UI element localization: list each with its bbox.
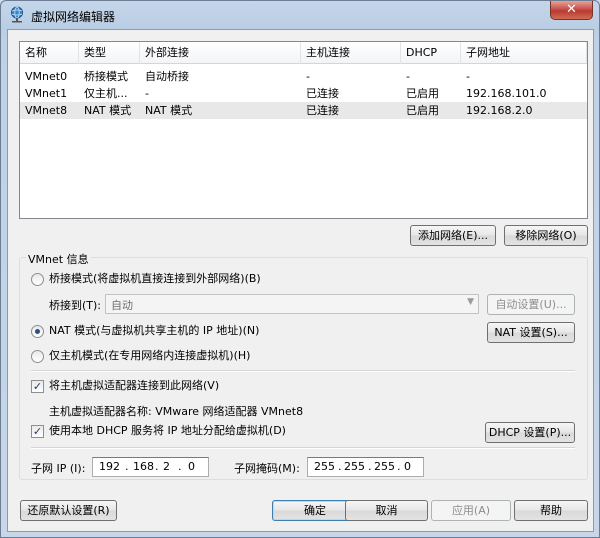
remove-network-button[interactable]: 移除网络(O) <box>504 225 588 246</box>
radio-button-selected[interactable] <box>31 325 44 338</box>
column-header-type[interactable]: 类型 <box>79 42 140 64</box>
cell-dhcp: 已启用 <box>406 104 439 117</box>
subnet-mask-octet-1: 255 <box>314 460 335 473</box>
cell-host: - <box>306 70 310 83</box>
ip-dot: . <box>178 460 182 473</box>
host-only-mode-label: 仅主机模式(在专用网络内连接虚拟机)(H) <box>49 349 251 362</box>
virtual-network-editor-window: 虚拟网络编辑器 ✕ 名称 类型 外部连接 主机连接 DHCP 子网地址 VMne… <box>0 0 600 538</box>
connect-adapter-label: 将主机虚拟适配器连接到此网络(V) <box>49 379 220 392</box>
title-bar[interactable]: 虚拟网络编辑器 ✕ <box>1 1 599 29</box>
bridge-mode-label: 桥接模式(将虚拟机直接连接到外部网络)(B) <box>49 272 261 285</box>
use-dhcp-label: 使用本地 DHCP 服务将 IP 地址分配给虚拟机(D) <box>49 424 286 437</box>
close-button[interactable]: ✕ <box>550 1 593 20</box>
subnet-mask-octet-3: 255 <box>374 460 395 473</box>
cell-subnet: - <box>466 70 470 83</box>
add-network-button[interactable]: 添加网络(E)... <box>410 225 496 246</box>
cell-external: - <box>145 87 149 100</box>
subnet-mask-input[interactable]: 255 . 255 . 255 . 0 <box>307 457 424 477</box>
cancel-button[interactable]: 取消 <box>345 500 428 521</box>
cell-name: VMnet1 <box>25 87 68 100</box>
ip-dot: . <box>338 460 342 473</box>
column-header-subnet[interactable]: 子网地址 <box>461 42 587 64</box>
bridge-to-value: 自动 <box>111 299 133 312</box>
adapter-name-text: 主机虚拟适配器名称: VMware 网络适配器 VMnet8 <box>49 405 304 418</box>
close-icon: ✕ <box>566 2 577 17</box>
network-list-header: 名称 类型 外部连接 主机连接 DHCP 子网地址 <box>20 42 587 64</box>
column-header-host[interactable]: 主机连接 <box>301 42 401 64</box>
window-title: 虚拟网络编辑器 <box>31 10 116 24</box>
radio-button[interactable] <box>31 350 44 363</box>
cell-dhcp: 已启用 <box>406 87 439 100</box>
cell-type: 桥接模式 <box>84 70 128 83</box>
dhcp-settings-button[interactable]: DHCP 设置(P)... <box>485 422 575 443</box>
cell-subnet: 192.168.2.0 <box>466 104 533 117</box>
column-header-external[interactable]: 外部连接 <box>140 42 301 64</box>
cell-dhcp: - <box>406 70 410 83</box>
divider <box>31 370 575 372</box>
subnet-ip-octet-3: 2 <box>163 460 170 473</box>
subnet-mask-octet-4: 0 <box>404 460 411 473</box>
help-button[interactable]: 帮助 <box>514 500 588 521</box>
restore-defaults-button[interactable]: 还原默认设置(R) <box>20 500 117 521</box>
apply-button[interactable]: 应用(A) <box>431 500 511 521</box>
subnet-ip-label: 子网 IP (I): <box>31 462 86 475</box>
cell-subnet: 192.168.101.0 <box>466 87 547 100</box>
network-list[interactable]: 名称 类型 外部连接 主机连接 DHCP 子网地址 VMnet0 桥接模式 自动… <box>19 41 588 219</box>
divider <box>31 447 575 449</box>
ip-dot: . <box>155 460 159 473</box>
cell-type: NAT 模式 <box>84 104 132 117</box>
subnet-ip-octet-1: 192 <box>99 460 120 473</box>
table-row-selected[interactable]: VMnet8 NAT 模式 NAT 模式 已连接 已启用 192.168.2.0 <box>20 102 587 119</box>
table-row[interactable]: VMnet0 桥接模式 自动桥接 - - - <box>20 68 587 85</box>
subnet-ip-octet-2: 168 <box>133 460 154 473</box>
cell-name: VMnet0 <box>25 70 68 83</box>
cell-external: 自动桥接 <box>145 70 189 83</box>
subnet-mask-octet-2: 255 <box>344 460 365 473</box>
column-header-dhcp[interactable]: DHCP <box>401 42 461 64</box>
cell-name: VMnet8 <box>25 104 68 117</box>
cell-host: 已连接 <box>306 87 339 100</box>
ip-dot: . <box>125 460 129 473</box>
subnet-mask-label: 子网掩码(M): <box>234 462 300 475</box>
ip-dot: . <box>397 460 401 473</box>
table-row[interactable]: VMnet1 仅主机... - 已连接 已启用 192.168.101.0 <box>20 85 587 102</box>
subnet-ip-input[interactable]: 192 . 168 . 2 . 0 <box>92 457 209 477</box>
checkmark-icon[interactable]: ✓ <box>31 425 44 438</box>
vmnet-info-title: VMnet 信息 <box>26 251 91 267</box>
checkmark-icon[interactable]: ✓ <box>31 380 44 393</box>
subnet-ip-octet-4: 0 <box>188 460 195 473</box>
cell-type: 仅主机... <box>84 87 128 100</box>
radio-button[interactable] <box>31 273 44 286</box>
column-header-name[interactable]: 名称 <box>20 42 79 64</box>
chevron-down-icon: ▼ <box>467 297 474 307</box>
auto-settings-button[interactable]: 自动设置(U)... <box>487 294 575 315</box>
bridge-to-label: 桥接到(T): <box>49 299 102 312</box>
nat-mode-label: NAT 模式(与虚拟机共享主机的 IP 地址)(N) <box>49 324 260 337</box>
cell-external: NAT 模式 <box>145 104 193 117</box>
ip-dot: . <box>368 460 372 473</box>
network-globe-icon <box>11 6 23 23</box>
bridge-to-dropdown[interactable]: 自动 ▼ <box>105 294 479 314</box>
dialog-client-area: 名称 类型 外部连接 主机连接 DHCP 子网地址 VMnet0 桥接模式 自动… <box>7 29 594 532</box>
nat-settings-button[interactable]: NAT 设置(S)... <box>487 322 575 343</box>
cell-host: 已连接 <box>306 104 339 117</box>
